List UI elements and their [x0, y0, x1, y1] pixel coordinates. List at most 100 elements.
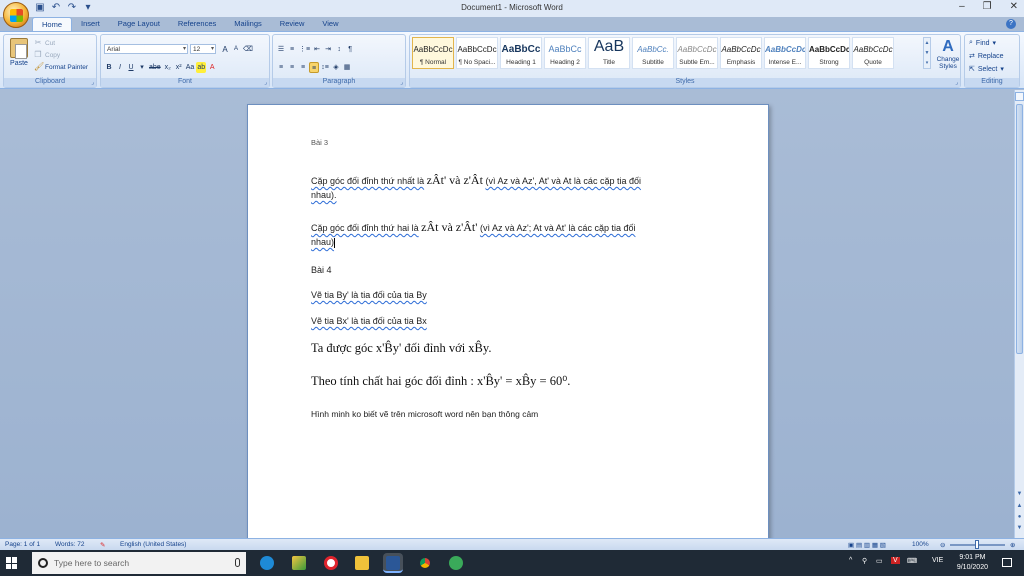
microphone-icon[interactable] — [235, 558, 240, 567]
align-center-icon[interactable]: ≡ — [287, 62, 297, 73]
scrollbar-thumb[interactable] — [1016, 104, 1023, 354]
increase-indent-icon[interactable]: ⇥ — [323, 44, 333, 55]
replace-button[interactable]: ⇄ Replace — [969, 52, 1004, 61]
zoom-out-icon[interactable]: ⊖ — [940, 541, 945, 549]
tab-view[interactable]: View — [313, 17, 347, 31]
scroll-down-arrow[interactable]: ▼ — [1015, 490, 1024, 499]
taskbar-app-7[interactable] — [446, 553, 466, 573]
clear-formatting-icon[interactable]: ⌫ — [242, 44, 254, 55]
taskbar-edge[interactable] — [257, 553, 277, 573]
align-right-icon[interactable]: ≡ — [298, 62, 308, 73]
line-2[interactable]: Vẽ tia Bx' là tia đối của tia Bx — [311, 314, 711, 328]
taskbar-word[interactable] — [383, 553, 403, 573]
document-page[interactable]: Bài 3 Cặp góc đối đỉnh thứ nhất là zÂt' … — [247, 104, 769, 538]
cut-button[interactable]: ✂ Cut — [34, 39, 55, 47]
minimize-button[interactable]: – — [959, 1, 965, 12]
style-subtitle[interactable]: AaBbCc. Subtitle — [632, 37, 674, 69]
bullets-icon[interactable]: ☰ — [276, 44, 286, 55]
font-color-icon[interactable]: A — [207, 62, 217, 73]
windows-start-icon[interactable] — [6, 557, 18, 569]
word-count[interactable]: Words: 72 — [55, 541, 85, 548]
show-formatting-marks-icon[interactable]: ¶ — [345, 44, 355, 55]
view-ruler-button[interactable] — [1015, 92, 1024, 101]
copy-button[interactable]: ❐ Copy — [34, 51, 60, 59]
select-button[interactable]: ⇱ Select ▾ — [969, 65, 1004, 74]
style-title[interactable]: AaB Title — [588, 37, 630, 69]
style-strong[interactable]: AaBbCcDc Strong — [808, 37, 850, 69]
style-intense-emphasis[interactable]: AaBbCcDc Intense E... — [764, 37, 806, 69]
vertical-scrollbar[interactable]: ▼ ▲ ● ▼ — [1014, 90, 1024, 538]
font-dialog-launcher[interactable]: ⌟ — [264, 79, 267, 86]
justify-icon[interactable]: ≡ — [309, 62, 319, 73]
find-button[interactable]: ⌕ Find ▾ — [969, 39, 996, 47]
paste-button[interactable]: Paste — [8, 38, 30, 76]
paragraph-dialog-launcher[interactable]: ⌟ — [400, 79, 403, 86]
shrink-font-button[interactable]: A — [231, 44, 241, 55]
font-size-combo[interactable]: 12 ▾ — [190, 44, 216, 54]
tray-chevron-icon[interactable]: ^ — [849, 557, 852, 564]
format-painter-button[interactable]: 🖌 Format Painter — [34, 63, 88, 71]
shading-icon[interactable]: ◈ — [331, 62, 341, 73]
previous-page-button[interactable]: ▲ — [1015, 502, 1024, 511]
italic-button[interactable]: I — [115, 62, 125, 73]
change-case-button[interactable]: Aa — [185, 62, 196, 73]
tab-insert[interactable]: Insert — [72, 17, 109, 31]
style-emphasis[interactable]: AaBbCcDc Emphasis — [720, 37, 762, 69]
highlight-icon[interactable]: ab — [196, 62, 207, 73]
bold-button[interactable]: B — [104, 62, 114, 73]
tray-display-icon[interactable]: ▭ — [876, 557, 883, 565]
style-heading-2[interactable]: AaBbCc Heading 2 — [544, 37, 586, 69]
grow-font-button[interactable]: A — [220, 44, 230, 55]
superscript-button[interactable]: x² — [174, 62, 184, 73]
style-quote[interactable]: AaBbCcDc Quote — [852, 37, 894, 69]
styles-dialog-launcher[interactable]: ⌟ — [955, 79, 958, 86]
numbering-icon[interactable]: ≡ — [287, 44, 297, 55]
underline-button[interactable]: U — [126, 62, 136, 73]
taskbar-clock[interactable]: 9:01 PM 9/10/2020 — [957, 553, 988, 573]
next-page-button[interactable]: ▼ — [1015, 524, 1024, 533]
browse-object-button[interactable]: ● — [1015, 513, 1024, 522]
decrease-indent-icon[interactable]: ⇤ — [312, 44, 322, 55]
restore-button[interactable]: ❐ — [983, 1, 992, 12]
tab-references[interactable]: References — [169, 17, 225, 31]
line-1[interactable]: Vẽ tia By' là tia đối của tia By — [311, 288, 711, 302]
help-icon[interactable]: ? — [1006, 19, 1016, 29]
action-center-icon[interactable] — [1002, 558, 1012, 567]
paragraph-2[interactable]: Cặp góc đối đỉnh thứ hai là zÂt và z'Ât'… — [311, 220, 711, 249]
paragraph-1[interactable]: Cặp góc đối đỉnh thứ nhất là zÂt' và z'Â… — [311, 173, 711, 202]
style-no-spacing[interactable]: AaBbCcDc ¶ No Spaci... — [456, 37, 498, 69]
closing-note[interactable]: Hình minh ko biết vẽ trên microsoft word… — [311, 407, 711, 421]
styles-gallery-scroll[interactable]: ▲ ▼ ▾ — [923, 37, 931, 69]
taskbar-app-2[interactable] — [289, 553, 309, 573]
subscript-button[interactable]: x₂ — [163, 62, 173, 73]
page-count[interactable]: Page: 1 of 1 — [5, 541, 40, 548]
style-subtle-emphasis[interactable]: AaBbCcDc Subtle Em... — [676, 37, 718, 69]
tab-page-layout[interactable]: Page Layout — [109, 17, 169, 31]
zoom-level[interactable]: 100% — [912, 541, 929, 548]
tab-review[interactable]: Review — [271, 17, 314, 31]
tab-home[interactable]: Home — [32, 17, 73, 31]
font-name-combo[interactable]: Arial ▾ — [104, 44, 188, 54]
taskbar-opera[interactable] — [321, 553, 341, 573]
align-left-icon[interactable]: ≡ — [276, 62, 286, 73]
input-language[interactable]: VIE — [932, 557, 943, 564]
line-spacing-icon[interactable]: ↕≡ — [320, 62, 330, 73]
borders-icon[interactable]: ▦ — [342, 62, 352, 73]
language-indicator[interactable]: English (United States) — [120, 541, 186, 548]
taskbar-chrome[interactable] — [415, 553, 435, 573]
view-buttons[interactable]: ▣ ▤ ▥ ▦ ▧ — [848, 541, 886, 549]
change-styles-button[interactable]: A Change Styles — [934, 38, 962, 70]
taskbar-file-explorer[interactable] — [352, 553, 372, 573]
clipboard-dialog-launcher[interactable]: ⌟ — [91, 79, 94, 86]
math-line-2[interactable]: Theo tính chất hai góc đối đỉnh : x'B̂y'… — [311, 374, 711, 388]
tray-network-icon[interactable]: ⚲ — [862, 557, 867, 565]
style-normal[interactable]: AaBbCcDc ¶ Normal — [412, 37, 454, 69]
math-line-1[interactable]: Ta được góc x'B̂y' đối đỉnh với xB̂y. — [311, 341, 711, 355]
strikethrough-button[interactable]: abe — [148, 62, 162, 73]
multilevel-list-icon[interactable]: ⋮≡ — [298, 44, 311, 55]
underline-dropdown-icon[interactable]: ▾ — [137, 62, 147, 73]
zoom-slider-knob[interactable] — [975, 540, 979, 549]
proofing-icon[interactable]: ✎ — [100, 541, 105, 549]
style-heading-1[interactable]: AaBbCc Heading 1 — [500, 37, 542, 69]
tray-keyboard-icon[interactable]: ⌨ — [907, 557, 917, 565]
